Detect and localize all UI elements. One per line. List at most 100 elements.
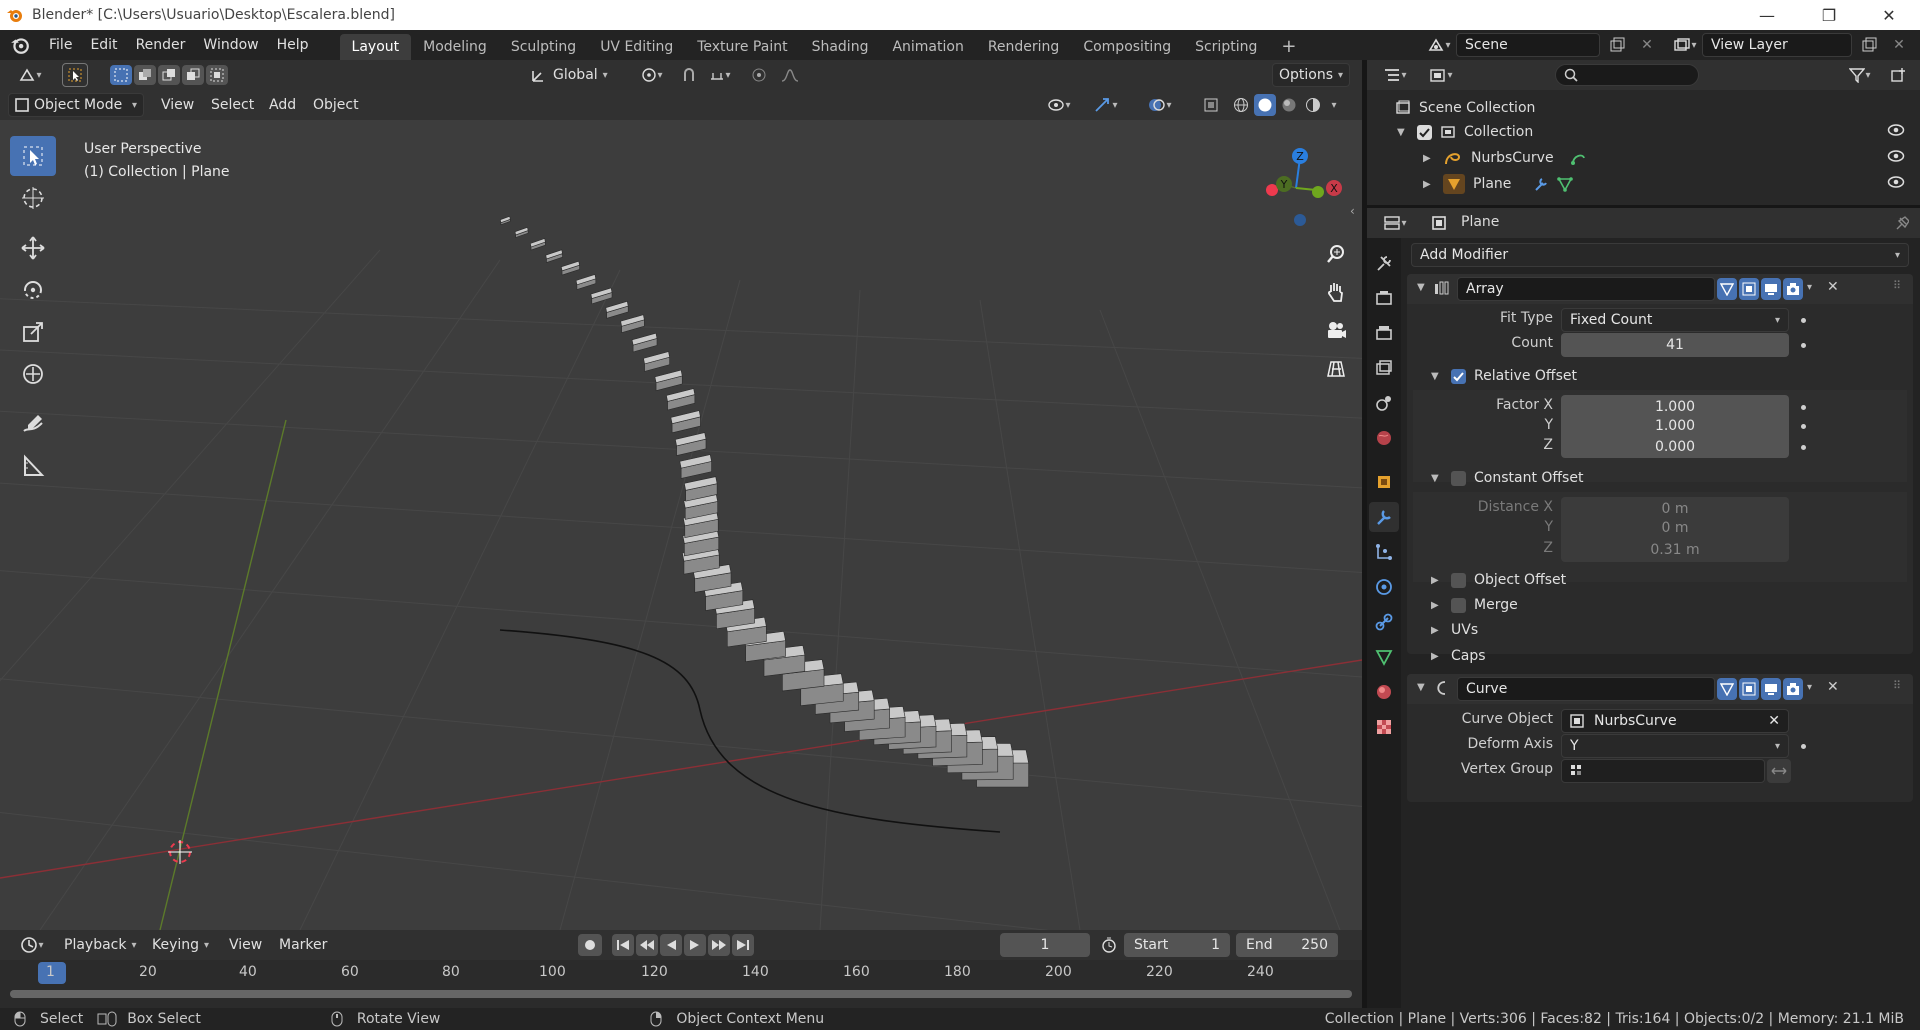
area-divider-vertical[interactable] (1362, 60, 1367, 1008)
world-tab-icon[interactable] (1369, 423, 1399, 453)
next-keyframe-icon[interactable] (708, 934, 730, 956)
modifier-wrench-icon[interactable] (1533, 176, 1549, 192)
sidebar-toggle-icon[interactable]: ‹ (1350, 204, 1355, 218)
tab-rendering[interactable]: Rendering (976, 34, 1072, 60)
select-box-tool-icon[interactable] (10, 136, 56, 176)
array-options-icon[interactable]: ▾ (1807, 282, 1812, 293)
object-offset-subpanel[interactable]: ▶ Object Offset (1431, 572, 1566, 588)
rendered-shading-icon[interactable] (1302, 94, 1324, 116)
expand-caps-icon[interactable]: ▶ (1431, 651, 1443, 662)
pivot-point-icon[interactable]: ▾ (634, 63, 670, 87)
count-keyframe-dot[interactable] (1801, 343, 1806, 348)
relative-offset-subpanel[interactable]: ▼ Relative Offset (1431, 368, 1577, 384)
texture-tab-icon[interactable] (1369, 712, 1399, 742)
array-render-icon[interactable] (1783, 278, 1803, 300)
mode-dropdown[interactable]: Object Mode ▾ (8, 93, 144, 117)
transform-tool-icon[interactable] (10, 354, 56, 394)
invert-vertex-group-icon[interactable] (1767, 759, 1791, 783)
close-window-button[interactable]: ✕ (1858, 0, 1920, 30)
gizmo-neg-x[interactable] (1266, 184, 1278, 196)
ortho-perspective-icon[interactable] (1320, 352, 1352, 384)
relative-offset-checkbox[interactable] (1451, 368, 1466, 384)
tab-animation[interactable]: Animation (880, 34, 975, 60)
collapse-curve-icon[interactable]: ▼ (1417, 682, 1429, 693)
gizmo-neg-y[interactable] (1312, 186, 1324, 198)
fit-type-dropdown[interactable]: Fixed Count ▾ (1561, 308, 1789, 332)
array-viewport-icon[interactable] (1761, 278, 1781, 300)
solid-shading-icon[interactable] (1254, 94, 1276, 116)
collapse-relative-offset-icon[interactable]: ▼ (1431, 371, 1443, 382)
deform-axis-keyframe-dot[interactable] (1801, 744, 1806, 749)
filter-icon[interactable]: ▾ (1841, 63, 1879, 87)
vertex-group-field[interactable] (1561, 759, 1765, 783)
cursor-tool-icon[interactable] (10, 178, 56, 218)
delete-view-layer-icon[interactable]: ✕ (1886, 33, 1912, 57)
frame-ruler[interactable]: 1 20 40 60 80 100 120 140 160 180 200 22… (0, 960, 1362, 986)
expand-uvs-icon[interactable]: ▶ (1431, 625, 1443, 636)
curve-object-field[interactable]: NurbsCurve ✕ (1561, 709, 1789, 733)
overlays-toggle-icon[interactable]: ▾ (1140, 93, 1180, 117)
maximize-button[interactable]: ❐ (1798, 0, 1860, 30)
start-frame-field[interactable]: Start 1 (1124, 933, 1230, 957)
jump-start-icon[interactable] (612, 934, 634, 956)
remove-curve-icon[interactable]: ✕ (1827, 679, 1839, 695)
timeline-scrollbar[interactable] (10, 990, 1352, 998)
play-icon[interactable] (684, 934, 706, 956)
record-icon[interactable] (578, 934, 602, 956)
play-reverse-icon[interactable] (660, 934, 682, 956)
outliner-row-nurbscurve[interactable]: ▶ NurbsCurve (1423, 149, 1917, 167)
gizmo-toggle-icon[interactable]: ▾ (1086, 93, 1126, 117)
staircase-object[interactable] (499, 215, 1029, 788)
curve-editmode-icon[interactable] (1717, 678, 1737, 700)
menu-window[interactable]: Window (194, 30, 267, 60)
tab-shading[interactable]: Shading (800, 34, 881, 60)
editor-type-icon[interactable]: ▾ (10, 63, 50, 87)
rotate-tool-icon[interactable] (10, 270, 56, 310)
navigation-gizmo[interactable]: Y Z X (1248, 136, 1344, 232)
outliner-editor-type-icon[interactable]: ▾ (1375, 63, 1415, 87)
scene-tab-icon[interactable] (1369, 388, 1399, 418)
viewport-menu-add[interactable]: Add (260, 90, 305, 120)
subtract-selection-icon[interactable] (158, 65, 180, 85)
camera-view-icon[interactable] (1320, 314, 1352, 346)
timeline-view-menu[interactable]: View (220, 930, 271, 960)
properties-editor-type-icon[interactable]: ▾ (1375, 211, 1415, 235)
expand-nurbscurve-icon[interactable]: ▶ (1423, 153, 1435, 164)
new-scene-icon[interactable] (1604, 33, 1630, 57)
shading-options-icon[interactable]: ▾ (1326, 94, 1342, 116)
pan-hand-icon[interactable] (1320, 276, 1352, 308)
deform-axis-dropdown[interactable]: Y ▾ (1561, 734, 1789, 758)
expand-merge-icon[interactable]: ▶ (1431, 600, 1443, 611)
expand-plane-icon[interactable]: ▶ (1423, 179, 1435, 190)
expand-collection-icon[interactable]: ▼ (1397, 127, 1409, 138)
transform-orientation-dropdown[interactable]: Global ▾ (524, 63, 614, 87)
tab-compositing[interactable]: Compositing (1071, 34, 1183, 60)
curve-viewport-icon[interactable] (1761, 678, 1781, 700)
expand-object-offset-icon[interactable]: ▶ (1431, 575, 1443, 586)
3d-viewport[interactable]: ▾ Global ▾ ▾ ▾ Options ▾ Object Mode ▾ V… (0, 60, 1362, 930)
collapse-constant-offset-icon[interactable]: ▼ (1431, 473, 1443, 484)
collection-visibility-eye-icon[interactable] (1887, 124, 1905, 140)
invert-selection-icon[interactable] (182, 65, 204, 85)
factor-z-field[interactable]: 0.000 (1561, 436, 1789, 458)
view-layer-tab-icon[interactable] (1369, 353, 1399, 383)
pin-icon[interactable] (1889, 211, 1915, 235)
delete-scene-icon[interactable]: ✕ (1634, 33, 1660, 57)
display-mode-icon[interactable]: ▾ (1421, 63, 1461, 87)
menu-help[interactable]: Help (268, 30, 318, 60)
curve-data-icon[interactable] (1570, 150, 1588, 166)
object-offset-checkbox[interactable] (1451, 572, 1466, 588)
gizmo-neg-z[interactable] (1294, 214, 1306, 226)
preview-range-icon[interactable] (1096, 933, 1122, 957)
array-cage-icon[interactable] (1739, 278, 1759, 300)
drag-array-handle-icon[interactable]: ⠿ (1893, 279, 1902, 292)
plane-visibility-eye-icon[interactable] (1887, 176, 1905, 192)
collapse-array-icon[interactable]: ▼ (1417, 282, 1429, 293)
prev-keyframe-icon[interactable] (636, 934, 658, 956)
move-tool-icon[interactable] (10, 228, 56, 268)
snap-target-icon[interactable]: ▾ (702, 63, 738, 87)
physics-tab-icon[interactable] (1369, 572, 1399, 602)
measure-tool-icon[interactable] (10, 446, 56, 486)
snap-icon[interactable] (676, 63, 702, 87)
select-tool-mode-icon[interactable] (62, 63, 88, 87)
